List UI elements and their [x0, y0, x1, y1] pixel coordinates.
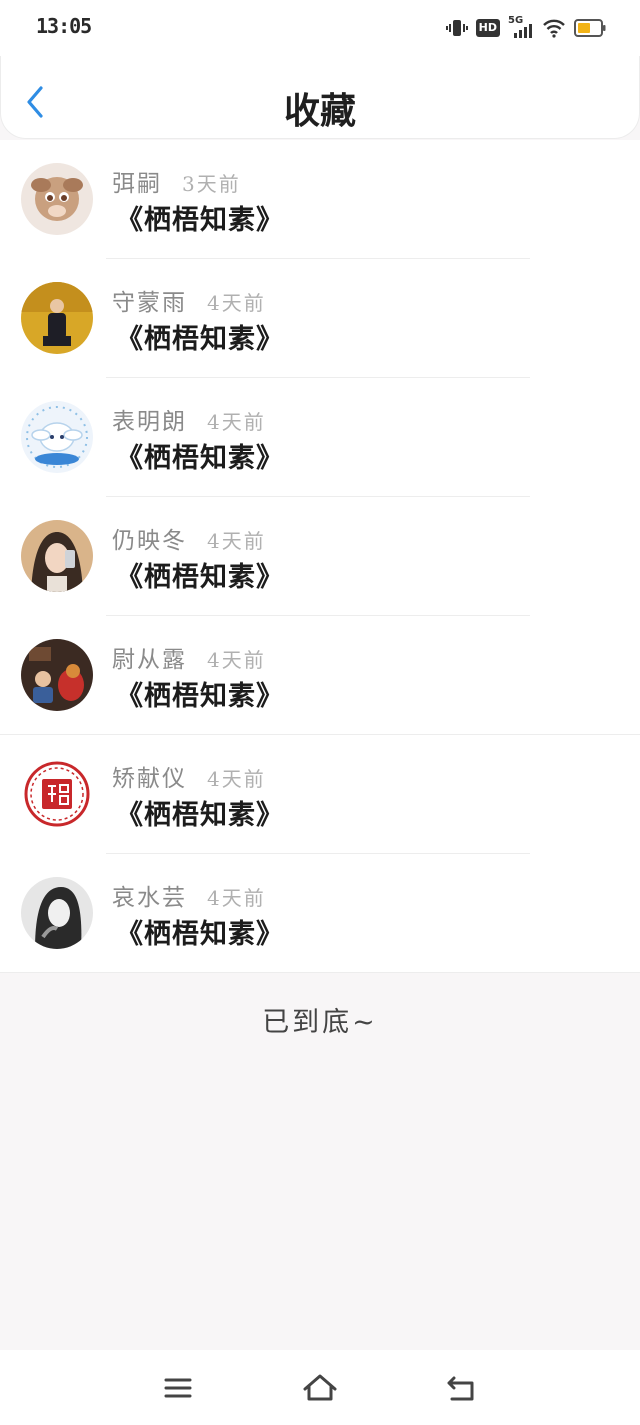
- back-nav-button[interactable]: [442, 1370, 482, 1406]
- signal-icon: 5G: [508, 15, 534, 39]
- list-item[interactable]: 矫献仪 4天前 《栖梧知素》: [0, 735, 640, 854]
- home-icon: [303, 1374, 337, 1401]
- avatar: [21, 401, 93, 473]
- item-meta: 矫献仪 4天前: [112, 759, 266, 792]
- item-title: 《栖梧知素》: [116, 324, 284, 355]
- item-title: 《栖梧知素》: [116, 205, 284, 236]
- item-meta: 仍映冬 4天前: [112, 521, 266, 554]
- item-title: 《栖梧知素》: [116, 443, 284, 474]
- user-name: 表明朗: [112, 409, 187, 435]
- user-name: 仍映冬: [112, 528, 187, 554]
- avatar: [21, 639, 93, 711]
- item-meta: 哀水芸 4天前: [112, 878, 266, 911]
- list-item[interactable]: 表明朗 4天前 《栖梧知素》: [0, 378, 640, 497]
- item-meta: 弭嗣 3天前: [112, 164, 241, 197]
- time-ago: 4天前: [207, 767, 266, 791]
- time-ago: 4天前: [207, 886, 266, 910]
- avatar: [21, 520, 93, 592]
- item-meta: 尉从露 4天前: [112, 640, 266, 673]
- list-item[interactable]: 仍映冬 4天前 《栖梧知素》: [0, 497, 640, 616]
- divider: [0, 972, 640, 973]
- list-item[interactable]: 哀水芸 4天前 《栖梧知素》: [0, 854, 640, 973]
- list-item[interactable]: 守蒙雨 4天前 《栖梧知素》: [0, 259, 640, 378]
- status-icons: HD 5G: [445, 15, 606, 40]
- avatar: [21, 163, 93, 235]
- page-title: 收藏: [283, 90, 356, 132]
- time-ago: 4天前: [207, 648, 266, 672]
- system-nav-bar: [0, 1350, 640, 1425]
- status-time: 13:05: [36, 14, 92, 38]
- time-ago: 4天前: [207, 291, 266, 315]
- time-ago: 3天前: [182, 172, 241, 196]
- item-title: 《栖梧知素》: [116, 681, 284, 712]
- vibrate-icon: [445, 18, 468, 38]
- list-end-text: 已到底~: [262, 1007, 378, 1038]
- return-icon: [447, 1376, 474, 1401]
- avatar: [21, 758, 93, 830]
- menu-button[interactable]: [160, 1370, 200, 1406]
- user-name: 尉从露: [112, 647, 187, 673]
- time-ago: 4天前: [207, 529, 266, 553]
- user-name: 守蒙雨: [112, 290, 187, 316]
- user-name: 哀水芸: [112, 885, 187, 911]
- home-button[interactable]: [300, 1370, 340, 1406]
- page-header: 收藏: [0, 56, 640, 139]
- avatar: [21, 877, 93, 949]
- item-title: 《栖梧知素》: [116, 800, 284, 831]
- item-title: 《栖梧知素》: [116, 919, 284, 950]
- time-ago: 4天前: [207, 410, 266, 434]
- avatar: [21, 282, 93, 354]
- list-item[interactable]: 弭嗣 3天前 《栖梧知素》: [0, 140, 640, 259]
- item-title: 《栖梧知素》: [116, 562, 284, 593]
- wifi-icon: [542, 18, 566, 38]
- list-item[interactable]: 尉从露 4天前 《栖梧知素》: [0, 616, 640, 735]
- item-meta: 守蒙雨 4天前: [112, 283, 266, 316]
- favorites-list: 弭嗣 3天前 《栖梧知素》 守蒙雨 4天前 《栖梧知素》 表明朗 4天前 《栖梧…: [0, 140, 640, 973]
- menu-icon: [164, 1378, 192, 1398]
- hd-icon: HD: [475, 19, 500, 37]
- item-meta: 表明朗 4天前: [112, 402, 266, 435]
- user-name: 弭嗣: [112, 171, 162, 197]
- user-name: 矫献仪: [112, 766, 187, 792]
- status-bar: 13:05 HD 5G: [0, 0, 640, 56]
- battery-icon: [574, 19, 606, 37]
